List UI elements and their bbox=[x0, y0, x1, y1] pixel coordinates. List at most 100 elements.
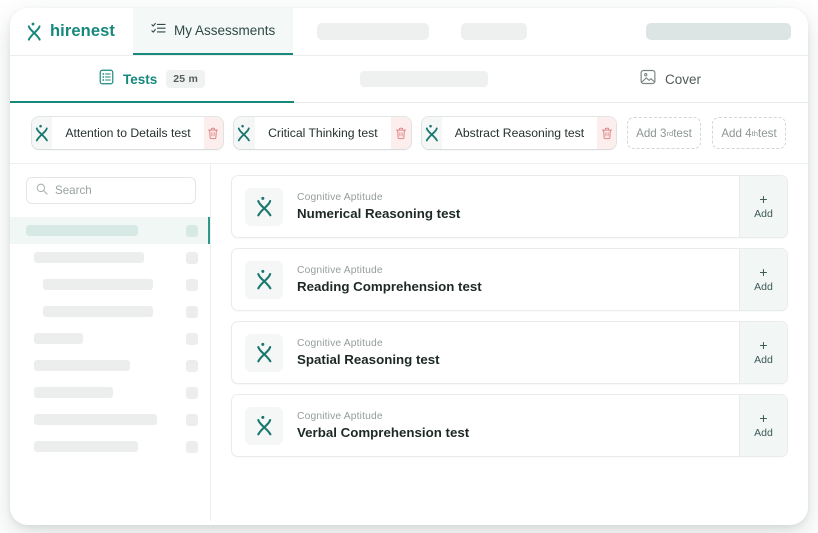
skeleton-square bbox=[186, 251, 198, 264]
content-area: Search Cognitive Aptitude Numerical Reaso… bbox=[10, 163, 808, 521]
sidebar-item[interactable] bbox=[10, 379, 210, 406]
plus-icon: + bbox=[759, 263, 768, 280]
test-title: Spatial Reasoning test bbox=[297, 352, 440, 367]
test-card-text: Cognitive Aptitude Verbal Comprehension t… bbox=[297, 411, 469, 440]
sidebar-item[interactable] bbox=[10, 298, 210, 325]
skeleton-bar bbox=[34, 360, 130, 371]
skeleton-square bbox=[186, 332, 198, 345]
hirenest-x-logo-icon bbox=[26, 22, 43, 41]
delete-test-button[interactable] bbox=[203, 117, 223, 149]
selected-test-chip[interactable]: Attention to Details test bbox=[32, 117, 223, 149]
add-test-ordinal: rd bbox=[666, 128, 674, 138]
add-test-label: Add 4 bbox=[721, 126, 752, 140]
hirenest-x-logo-icon bbox=[245, 333, 283, 372]
image-icon bbox=[640, 69, 656, 90]
add-test-slot[interactable]: Add 4th test bbox=[712, 117, 786, 149]
nav-tab-label: My Assessments bbox=[174, 23, 276, 38]
header-placeholder-1 bbox=[317, 23, 430, 40]
selected-test-chip[interactable]: Abstract Reasoning test bbox=[421, 117, 616, 149]
sidebar-item[interactable] bbox=[10, 325, 210, 352]
add-test-button[interactable]: + Add bbox=[739, 176, 787, 237]
add-button-label: Add bbox=[754, 280, 773, 293]
test-card[interactable]: Cognitive Aptitude Verbal Comprehension t… bbox=[231, 394, 788, 457]
app-window: hirenest My Assessments Tests 25 m Cover… bbox=[10, 8, 808, 525]
skeleton-bar bbox=[34, 252, 144, 263]
skeleton-square bbox=[186, 386, 198, 399]
add-button-label: Add bbox=[754, 207, 773, 220]
sidebar-item[interactable] bbox=[10, 244, 210, 271]
nav-tab-my-assessments[interactable]: My Assessments bbox=[133, 8, 294, 55]
category-sidebar: Search bbox=[10, 164, 211, 521]
sidebar-item[interactable] bbox=[10, 352, 210, 379]
selected-test-name: Abstract Reasoning test bbox=[441, 117, 598, 149]
skeleton-bar bbox=[34, 333, 83, 344]
skeleton-bar bbox=[43, 306, 153, 317]
test-category: Cognitive Aptitude bbox=[297, 338, 383, 349]
add-test-slot[interactable]: Add 3rd test bbox=[627, 117, 701, 149]
hirenest-x-logo-icon bbox=[245, 187, 283, 226]
tab-tests-label: Tests bbox=[123, 71, 158, 87]
skeleton-bar bbox=[34, 414, 157, 425]
test-card-info: Cognitive Aptitude Reading Comprehension … bbox=[232, 249, 739, 310]
brand-logo[interactable]: hirenest bbox=[10, 8, 133, 55]
brand-name: hirenest bbox=[50, 22, 115, 40]
test-card[interactable]: Cognitive Aptitude Numerical Reasoning te… bbox=[231, 175, 788, 238]
skeleton-bar bbox=[34, 441, 138, 452]
hirenest-x-logo-icon bbox=[245, 406, 283, 445]
test-card-info: Cognitive Aptitude Numerical Reasoning te… bbox=[232, 176, 739, 237]
hirenest-x-logo-icon bbox=[421, 117, 442, 149]
skeleton-bar bbox=[43, 279, 153, 290]
plus-icon: + bbox=[759, 336, 768, 353]
tab-cover-label: Cover bbox=[664, 71, 701, 87]
add-test-suffix: test bbox=[673, 126, 692, 140]
sidebar-item-active[interactable] bbox=[10, 217, 210, 244]
test-card-text: Cognitive Aptitude Reading Comprehension … bbox=[297, 265, 482, 294]
tab-placeholder bbox=[360, 71, 488, 87]
test-card-info: Cognitive Aptitude Verbal Comprehension t… bbox=[232, 395, 739, 456]
top-navigation-bar: hirenest My Assessments bbox=[10, 8, 808, 56]
test-title: Verbal Comprehension test bbox=[297, 425, 470, 440]
sidebar-item[interactable] bbox=[10, 406, 210, 433]
list-document-icon bbox=[99, 69, 114, 90]
test-card[interactable]: Cognitive Aptitude Reading Comprehension … bbox=[231, 248, 788, 311]
add-test-label: Add 3 bbox=[636, 126, 667, 140]
header-placeholder-2 bbox=[461, 23, 528, 40]
test-card-text: Cognitive Aptitude Spatial Reasoning test bbox=[297, 338, 440, 367]
search-input[interactable]: Search bbox=[26, 177, 196, 204]
test-card[interactable]: Cognitive Aptitude Spatial Reasoning test… bbox=[231, 321, 788, 384]
add-button-label: Add bbox=[754, 353, 773, 366]
delete-test-button[interactable] bbox=[390, 117, 411, 149]
plus-icon: + bbox=[759, 409, 768, 426]
checklist-icon bbox=[151, 21, 166, 41]
content-tabs: Tests 25 m Cover bbox=[10, 56, 808, 103]
test-title: Numerical Reasoning test bbox=[297, 206, 461, 221]
add-test-button[interactable]: + Add bbox=[739, 322, 787, 383]
test-category: Cognitive Aptitude bbox=[297, 265, 383, 276]
hirenest-x-logo-icon bbox=[233, 117, 256, 149]
add-button-label: Add bbox=[754, 426, 773, 439]
header-placeholder-3 bbox=[646, 23, 791, 40]
plus-icon: + bbox=[759, 190, 768, 207]
sidebar-item[interactable] bbox=[10, 433, 210, 460]
search-placeholder: Search bbox=[55, 184, 92, 197]
test-card-text: Cognitive Aptitude Numerical Reasoning te… bbox=[297, 192, 460, 221]
test-results-list: Cognitive Aptitude Numerical Reasoning te… bbox=[211, 164, 808, 521]
tab-cover[interactable]: Cover bbox=[533, 56, 808, 102]
selected-test-name: Attention to Details test bbox=[52, 117, 204, 149]
test-category: Cognitive Aptitude bbox=[297, 411, 383, 422]
skeleton-square bbox=[186, 224, 198, 237]
sidebar-item[interactable] bbox=[10, 271, 210, 298]
delete-test-button[interactable] bbox=[597, 117, 616, 149]
skeleton-square bbox=[186, 278, 198, 291]
skeleton-square bbox=[186, 359, 198, 372]
selected-test-chip[interactable]: Critical Thinking test bbox=[233, 117, 411, 149]
skeleton-square bbox=[186, 305, 198, 318]
skeleton-square bbox=[186, 440, 198, 453]
selected-test-name: Critical Thinking test bbox=[255, 117, 391, 149]
hirenest-x-logo-icon bbox=[32, 117, 53, 149]
tab-tests[interactable]: Tests 25 m bbox=[10, 56, 294, 102]
add-test-button[interactable]: + Add bbox=[739, 395, 787, 456]
add-test-button[interactable]: + Add bbox=[739, 249, 787, 310]
skeleton-bar bbox=[34, 387, 113, 398]
test-title: Reading Comprehension test bbox=[297, 279, 482, 294]
